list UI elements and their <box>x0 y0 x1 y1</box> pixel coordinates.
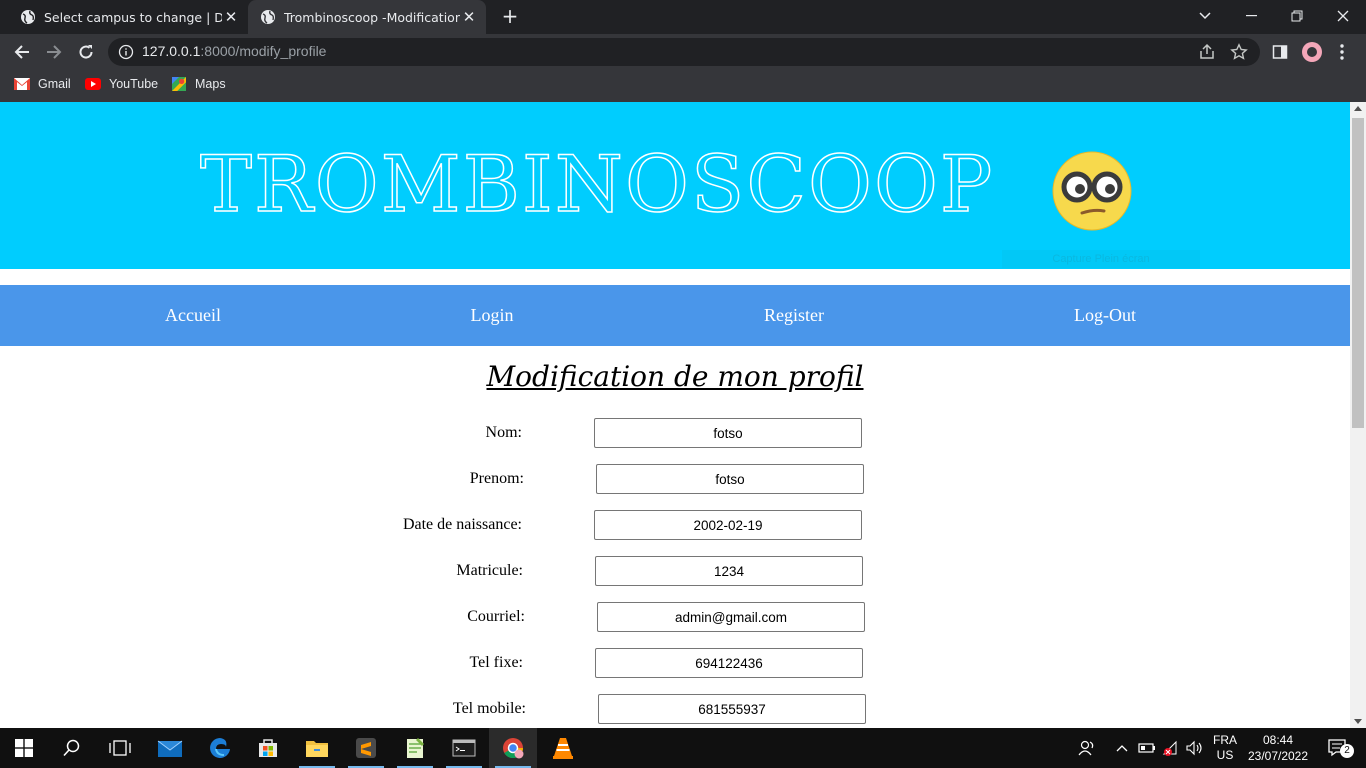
start-button[interactable] <box>0 728 48 768</box>
browser-toolbar: 127.0.0.1:8000/modify_profile <box>0 34 1366 70</box>
nerd-face-emoji-icon <box>1052 151 1132 231</box>
network-disconnected-icon[interactable] <box>1160 728 1182 768</box>
address-bar[interactable]: 127.0.0.1:8000/modify_profile <box>108 38 1260 66</box>
windows-taskbar: FRA US 08:44 23/07/2022 2 <box>0 728 1366 768</box>
tab-title: Trombinoscoop -Modification de <box>284 9 460 25</box>
header-banner: TROMBINOSCOOP Capture Plein écran <box>0 102 1350 269</box>
matricule-input[interactable] <box>595 556 863 586</box>
windows-logo-icon <box>15 739 33 757</box>
youtube-icon <box>85 78 101 90</box>
clock[interactable]: 08:44 23/07/2022 <box>1246 728 1310 768</box>
nom-input[interactable] <box>594 418 862 448</box>
page-scrollbar[interactable] <box>1350 102 1366 728</box>
clock-time: 08:44 <box>1262 733 1294 747</box>
file-explorer-icon[interactable] <box>293 728 341 768</box>
nav-login[interactable]: Login <box>471 285 514 346</box>
close-window-button[interactable] <box>1320 0 1366 32</box>
input-language-indicator[interactable]: FRA US <box>1208 728 1242 768</box>
minimize-button[interactable] <box>1228 0 1274 32</box>
bookmark-youtube[interactable]: YouTube <box>85 70 158 98</box>
share-icon[interactable] <box>1198 43 1216 61</box>
form-row-tel-fixe: Tel fixe: <box>0 648 1350 678</box>
site-title: TROMBINOSCOOP <box>199 139 995 231</box>
sublime-text-icon[interactable] <box>342 728 390 768</box>
notification-count-badge: 2 <box>1340 744 1354 758</box>
speaker-icon[interactable] <box>1184 728 1206 768</box>
nav-accueil[interactable]: Accueil <box>165 285 221 346</box>
clock-date: 23/07/2022 <box>1247 749 1309 763</box>
tab-title: Select campus to change | Django <box>44 9 222 25</box>
store-app-icon[interactable] <box>244 728 292 768</box>
form-title: Modification de mon profil <box>486 360 864 393</box>
tab-strip: Select campus to change | Django ✕ Tromb… <box>0 0 1366 34</box>
bookmark-label: YouTube <box>109 77 159 91</box>
tel-fixe-input[interactable] <box>595 648 863 678</box>
form-row-nom: Nom: <box>0 418 1350 448</box>
form-row-courriel: Courriel: <box>0 602 1350 632</box>
globe-icon <box>21 10 35 24</box>
field-label: Prenom: <box>469 470 524 487</box>
prenom-input[interactable] <box>596 464 864 494</box>
close-tab-icon[interactable]: ✕ <box>460 8 478 26</box>
language-code: FRA <box>1213 733 1237 747</box>
site-info-icon[interactable] <box>118 44 134 60</box>
task-view-icon[interactable] <box>96 728 144 768</box>
form-row-tel-mobile: Tel mobile: <box>0 694 1350 724</box>
terminal-icon[interactable] <box>440 728 488 768</box>
globe-icon <box>261 10 275 24</box>
field-label: Tel mobile: <box>452 700 526 717</box>
web-page: TROMBINOSCOOP Capture Plein écran Accuei… <box>0 102 1350 728</box>
field-label: Courriel: <box>467 608 525 625</box>
bookmark-label: Maps <box>195 77 226 91</box>
tab-trombinoscoop[interactable]: Trombinoscoop -Modification de ✕ <box>248 0 486 34</box>
screen-capture-tooltip: Capture Plein écran <box>1002 250 1200 268</box>
action-center-button[interactable]: 2 <box>1318 728 1358 768</box>
date-naissance-input[interactable] <box>594 510 862 540</box>
tab-search-icon[interactable] <box>1182 0 1228 32</box>
scroll-down-icon[interactable] <box>1354 719 1362 724</box>
nav-register[interactable]: Register <box>764 285 824 346</box>
close-tab-icon[interactable]: ✕ <box>222 8 240 26</box>
mail-app-icon[interactable] <box>146 728 194 768</box>
battery-icon[interactable] <box>1136 728 1158 768</box>
bookmark-star-icon[interactable] <box>1230 43 1248 61</box>
back-arrow-icon[interactable] <box>10 40 34 64</box>
form-row-date-naissance: Date de naissance: <box>0 510 1350 540</box>
gmail-icon <box>14 78 30 90</box>
restore-button[interactable] <box>1274 0 1320 32</box>
courriel-input[interactable] <box>597 602 865 632</box>
form-row-prenom: Prenom: <box>0 464 1350 494</box>
scrollbar-thumb[interactable] <box>1352 118 1364 428</box>
nav-logout[interactable]: Log-Out <box>1074 285 1136 346</box>
edge-browser-icon[interactable] <box>196 728 244 768</box>
tab-django-admin[interactable]: Select campus to change | Django ✕ <box>8 0 248 34</box>
search-icon[interactable] <box>48 728 96 768</box>
bookmark-label: Gmail <box>38 77 71 91</box>
form-row-matricule: Matricule: <box>0 556 1350 586</box>
maps-icon <box>172 77 186 91</box>
field-label: Date de naissance: <box>402 516 522 533</box>
keyboard-layout: US <box>1216 748 1234 762</box>
main-nav: Accueil Login Register Log-Out <box>0 285 1350 346</box>
reload-icon[interactable] <box>74 40 98 64</box>
bookmark-maps[interactable]: Maps <box>171 70 226 98</box>
scroll-up-icon[interactable] <box>1354 106 1362 111</box>
tel-mobile-input[interactable] <box>598 694 866 724</box>
field-label: Matricule: <box>456 562 523 579</box>
profile-avatar[interactable] <box>1302 42 1322 62</box>
chrome-app-icon[interactable] <box>489 728 537 768</box>
field-label: Tel fixe: <box>469 654 523 671</box>
new-tab-button[interactable]: + <box>500 6 520 28</box>
url-text: 127.0.0.1:8000/modify_profile <box>142 43 327 59</box>
notepad-plus-icon[interactable] <box>391 728 439 768</box>
chevron-up-icon[interactable] <box>1112 728 1132 768</box>
people-icon[interactable] <box>1075 728 1099 768</box>
forward-arrow-icon[interactable] <box>42 40 66 64</box>
bookmarks-bar: Gmail YouTube Maps <box>0 70 1366 102</box>
kebab-menu-icon[interactable] <box>1332 42 1352 62</box>
side-panel-icon[interactable] <box>1270 42 1290 62</box>
vlc-icon[interactable] <box>539 728 587 768</box>
bookmark-gmail[interactable]: Gmail <box>14 70 71 98</box>
field-label: Nom: <box>485 424 522 441</box>
